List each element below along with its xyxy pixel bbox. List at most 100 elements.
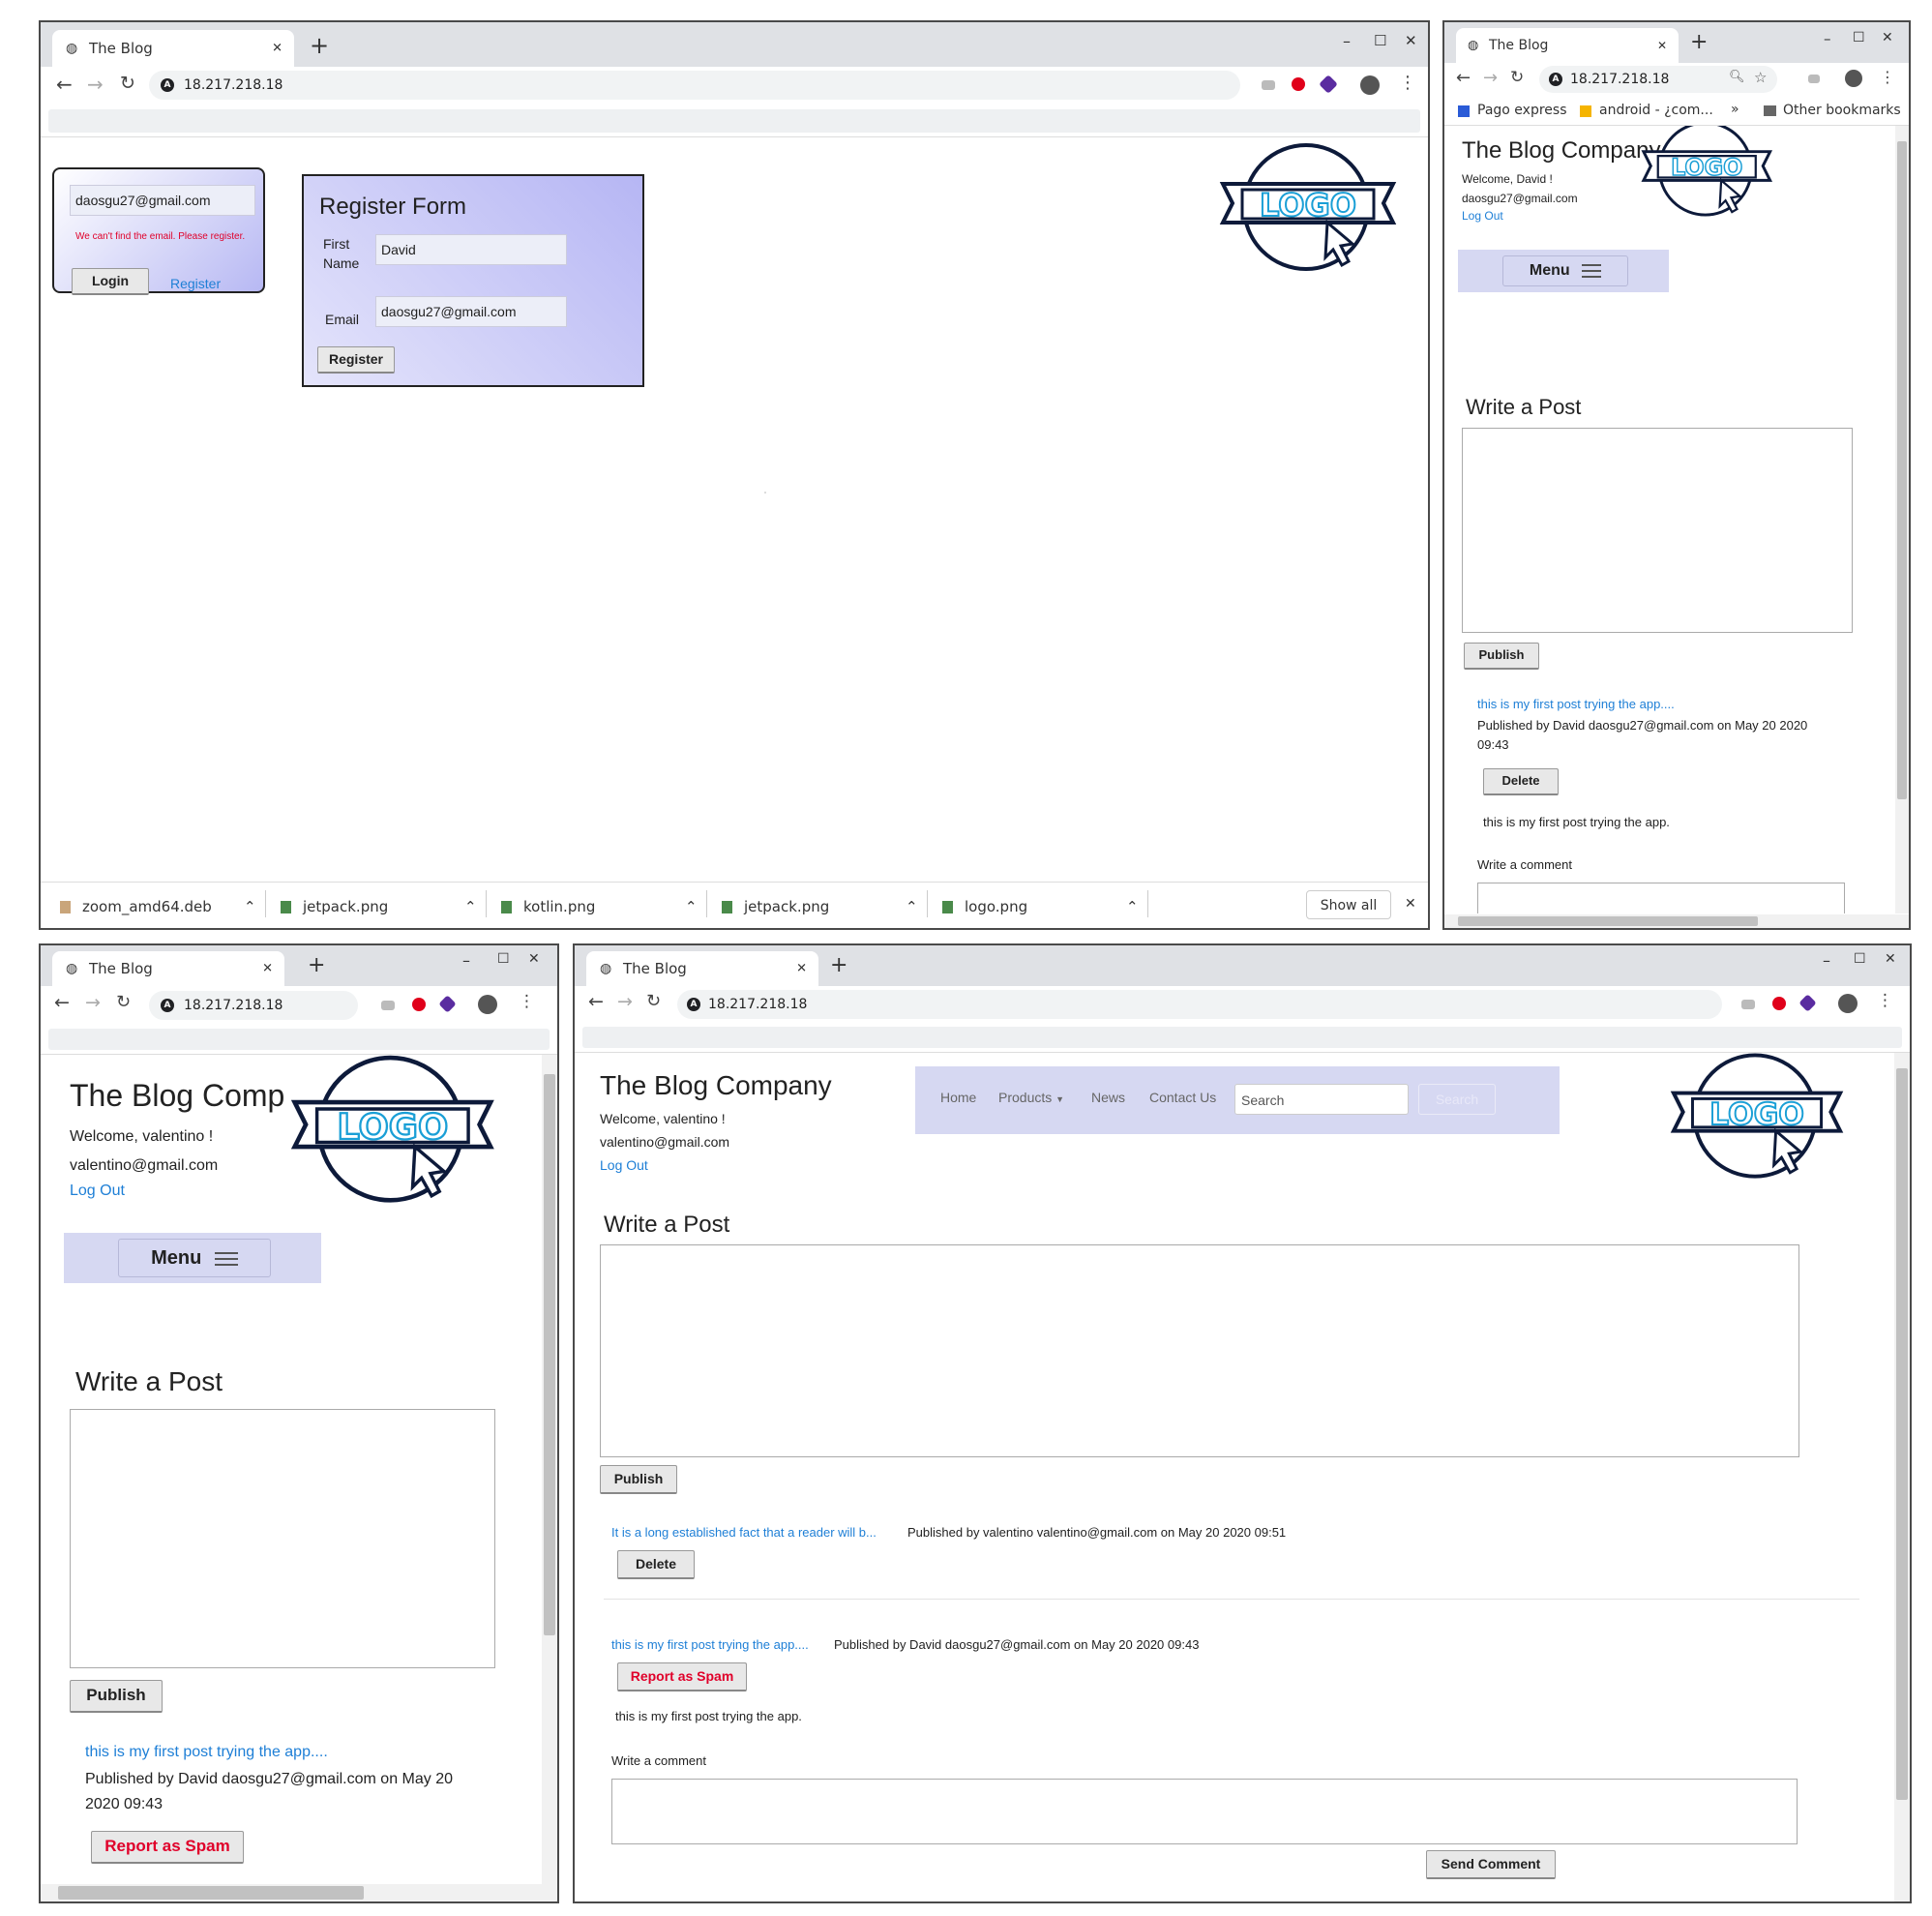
- profile-avatar[interactable]: [1360, 75, 1380, 95]
- logout-link[interactable]: Log Out: [70, 1183, 125, 1200]
- minimize-icon[interactable]: –: [1824, 30, 1831, 47]
- profile-avatar[interactable]: [478, 995, 497, 1014]
- maximize-icon[interactable]: ☐: [1853, 30, 1865, 45]
- publish-button[interactable]: Publish: [70, 1680, 163, 1713]
- browser-tab[interactable]: ◍ The Blog ✕: [586, 951, 818, 986]
- comment-textarea[interactable]: [1477, 883, 1845, 913]
- publish-button[interactable]: Publish: [1464, 643, 1539, 670]
- logout-link[interactable]: Log Out: [600, 1157, 648, 1173]
- logout-link[interactable]: Log Out: [1462, 209, 1503, 223]
- forward-icon[interactable]: →: [617, 991, 633, 1012]
- reload-icon[interactable]: ↻: [120, 73, 135, 94]
- register-email-input[interactable]: daosgu27@gmail.com: [375, 296, 567, 327]
- post-title-link[interactable]: It is a long established fact that a rea…: [611, 1525, 877, 1540]
- menu-dots-icon[interactable]: ⋮: [1880, 68, 1895, 86]
- minimize-icon[interactable]: –: [1823, 951, 1830, 970]
- address-bar[interactable]: A 18.217.218.18: [149, 991, 358, 1020]
- menu-button[interactable]: Menu: [118, 1239, 271, 1277]
- chevron-up-icon[interactable]: ⌃: [1126, 898, 1139, 915]
- register-link[interactable]: Register: [170, 276, 221, 291]
- tab-close-icon[interactable]: ✕: [796, 962, 807, 976]
- menu-dots-icon[interactable]: ⋮: [1877, 991, 1893, 1010]
- close-downloads-icon[interactable]: ✕: [1405, 896, 1416, 912]
- post-title-link[interactable]: this is my first post trying the app....: [611, 1637, 809, 1652]
- back-icon[interactable]: ←: [588, 991, 604, 1012]
- minimize-icon[interactable]: –: [1343, 32, 1351, 50]
- download-item[interactable]: logo.png ⌃: [942, 898, 1145, 915]
- extension-icon-3[interactable]: [1798, 994, 1817, 1012]
- profile-avatar[interactable]: [1838, 994, 1858, 1013]
- new-tab-button[interactable]: +: [310, 32, 329, 59]
- nav-contact[interactable]: Contact Us: [1149, 1090, 1216, 1105]
- nav-news[interactable]: News: [1091, 1090, 1125, 1105]
- forward-icon[interactable]: →: [87, 73, 104, 96]
- download-item[interactable]: kotlin.png ⌃: [501, 898, 704, 915]
- menu-dots-icon[interactable]: ⋮: [519, 992, 535, 1011]
- nav-products[interactable]: Products ▼: [998, 1090, 1064, 1105]
- extension-icon-1[interactable]: [1741, 1000, 1755, 1009]
- menu-dots-icon[interactable]: ⋮: [1399, 73, 1416, 93]
- first-name-input[interactable]: David: [375, 234, 567, 265]
- more-bookmarks-icon[interactable]: »: [1731, 102, 1739, 117]
- bookmark-item[interactable]: android - ¿com...: [1599, 103, 1713, 118]
- chevron-up-icon[interactable]: ⌃: [244, 898, 256, 915]
- zoom-icon[interactable]: 🔍︎: [1729, 70, 1745, 84]
- vertical-scrollbar[interactable]: [542, 1055, 557, 1887]
- back-icon[interactable]: ←: [54, 992, 70, 1013]
- address-bar[interactable]: A 18.217.218.18 🔍︎ ☆: [1539, 66, 1777, 93]
- opera-icon[interactable]: [412, 998, 426, 1011]
- maximize-icon[interactable]: ☐: [497, 951, 510, 967]
- register-button[interactable]: Register: [317, 346, 395, 374]
- vertical-scrollbar[interactable]: [1894, 1053, 1910, 1901]
- horizontal-scrollbar[interactable]: [41, 1884, 557, 1901]
- chevron-up-icon[interactable]: ⌃: [464, 898, 477, 915]
- opera-icon[interactable]: [1292, 77, 1305, 91]
- login-button[interactable]: Login: [72, 268, 149, 295]
- new-tab-button[interactable]: +: [830, 953, 847, 977]
- address-bar[interactable]: A 18.217.218.18: [149, 71, 1240, 100]
- report-spam-button[interactable]: Report as Spam: [91, 1831, 244, 1864]
- extension-icon-1[interactable]: [381, 1001, 395, 1010]
- bookmark-item[interactable]: Pago express: [1477, 103, 1566, 118]
- horizontal-scrollbar[interactable]: [1444, 914, 1909, 928]
- publish-button[interactable]: Publish: [600, 1465, 677, 1494]
- search-button[interactable]: Search: [1418, 1084, 1496, 1115]
- send-comment-button[interactable]: Send Comment: [1426, 1850, 1556, 1879]
- report-spam-button[interactable]: Report as Spam: [617, 1662, 747, 1691]
- extension-icon-3[interactable]: [438, 995, 457, 1013]
- tab-close-icon[interactable]: ✕: [1657, 39, 1667, 52]
- menu-button[interactable]: Menu: [1502, 255, 1628, 286]
- post-textarea[interactable]: [600, 1244, 1799, 1457]
- comment-textarea[interactable]: [611, 1779, 1798, 1844]
- login-email-input[interactable]: daosgu27@gmail.com: [70, 185, 255, 216]
- browser-tab[interactable]: ◍ The Blog ✕: [1456, 28, 1679, 63]
- tab-close-icon[interactable]: ✕: [262, 962, 273, 976]
- maximize-icon[interactable]: ☐: [1854, 951, 1866, 967]
- post-title-link[interactable]: this is my first post trying the app....: [1477, 697, 1675, 711]
- extension-icon-3[interactable]: [1319, 75, 1338, 94]
- download-item[interactable]: zoom_amd64.deb ⌃: [60, 898, 263, 915]
- forward-icon[interactable]: →: [85, 992, 101, 1013]
- search-input[interactable]: Search: [1234, 1084, 1409, 1115]
- nav-home[interactable]: Home: [940, 1090, 976, 1105]
- opera-icon[interactable]: [1772, 997, 1786, 1010]
- close-icon[interactable]: ✕: [1405, 32, 1417, 49]
- other-bookmarks[interactable]: Other bookmarks: [1783, 103, 1901, 118]
- forward-icon[interactable]: →: [1483, 68, 1498, 88]
- browser-tab[interactable]: ◍ The Blog ✕: [52, 951, 284, 986]
- star-icon[interactable]: ☆: [1754, 69, 1767, 86]
- profile-avatar[interactable]: [1845, 70, 1862, 87]
- post-textarea[interactable]: [70, 1409, 495, 1668]
- maximize-icon[interactable]: ☐: [1374, 32, 1386, 49]
- close-icon[interactable]: ✕: [528, 951, 540, 967]
- close-icon[interactable]: ✕: [1885, 951, 1896, 967]
- back-icon[interactable]: ←: [1456, 68, 1471, 88]
- new-tab-button[interactable]: +: [308, 953, 325, 977]
- extension-icon-1[interactable]: [1808, 75, 1820, 83]
- vertical-scrollbar[interactable]: [1895, 126, 1909, 913]
- delete-button[interactable]: Delete: [1483, 768, 1559, 795]
- chevron-up-icon[interactable]: ⌃: [685, 898, 698, 915]
- download-item[interactable]: jetpack.png ⌃: [281, 898, 484, 915]
- tab-close-icon[interactable]: ✕: [272, 42, 282, 56]
- close-icon[interactable]: ✕: [1882, 30, 1893, 45]
